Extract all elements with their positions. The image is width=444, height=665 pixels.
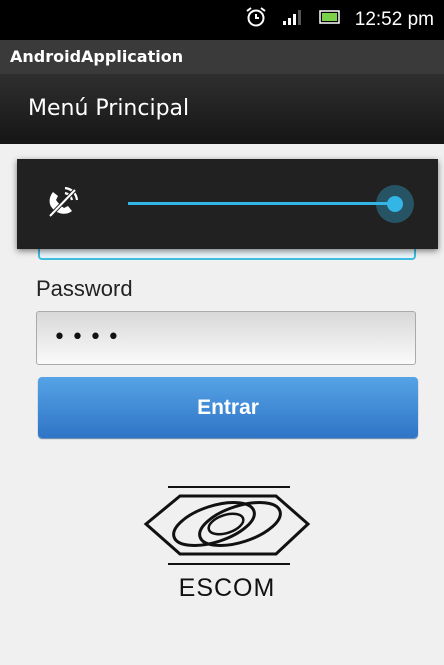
enter-button-label: Entrar: [197, 395, 259, 419]
action-bar: Menú Principal: [0, 74, 444, 144]
status-time: 12:52 pm: [354, 9, 434, 30]
escom-logo-emblem: [143, 486, 311, 565]
password-input[interactable]: ••••: [36, 311, 416, 365]
page-title: Menú Principal: [28, 96, 190, 121]
status-bar: 12:52 pm: [0, 0, 444, 40]
logo-text: ESCOM: [178, 574, 276, 602]
app-title: AndroidApplication: [10, 47, 184, 66]
phone-ringer-icon: [45, 185, 79, 219]
escom-logo: ESCOM: [142, 482, 312, 612]
volume-slider-thumb[interactable]: [376, 185, 414, 223]
status-icons: 12:52 pm: [245, 7, 434, 33]
password-label: Password: [36, 276, 133, 301]
alarm-icon: [245, 6, 267, 34]
enter-button[interactable]: Entrar: [38, 377, 418, 438]
app-title-bar: AndroidApplication: [0, 40, 444, 74]
signal-icon: [281, 7, 305, 33]
password-value: ••••: [53, 325, 125, 350]
battery-icon: [319, 9, 341, 31]
volume-panel: [17, 159, 438, 249]
volume-slider-track[interactable]: [128, 202, 395, 205]
